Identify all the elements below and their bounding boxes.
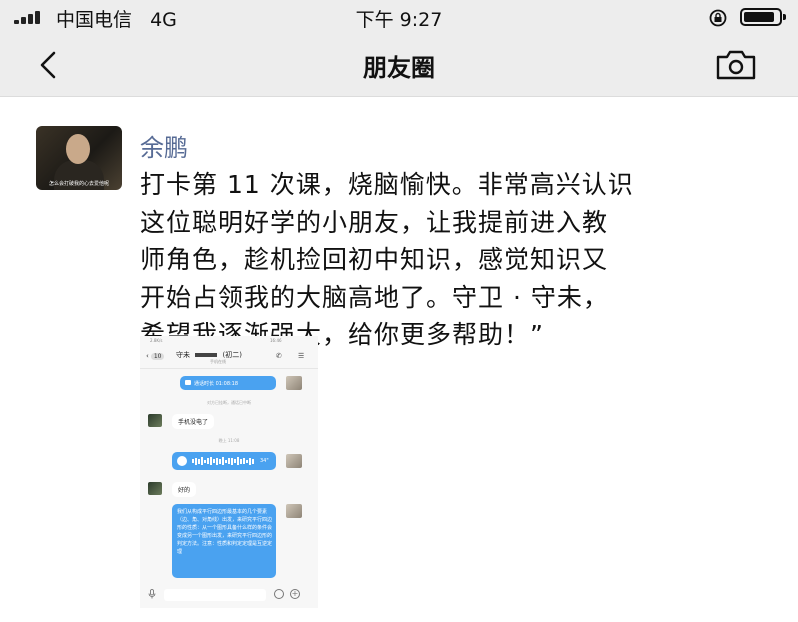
mini-contact-name: 守未 (176, 351, 190, 359)
avatar[interactable]: 怎么会打破我的心去爱他呢 (36, 126, 122, 190)
camera-icon[interactable] (714, 48, 758, 82)
avatar-caption: 怎么会打破我的心去爱他呢 (48, 181, 109, 187)
emoji-icon (274, 589, 284, 599)
mini-avatar-me (286, 376, 302, 390)
mini-video-call-label: 通话时长 01:08:18 (194, 381, 239, 387)
mini-contact-tag: (初二) (222, 351, 242, 359)
status-bar: 中国电信 4G 下午 9:27 (0, 0, 798, 34)
mini-video-call-bubble: 通话时长 01:08:18 (180, 376, 276, 390)
mini-system-time: 晚上 11:08 (218, 438, 240, 443)
post-text-line: 师角色，趁机捡回初中知识，感觉知识又 (140, 245, 609, 274)
post-text-line: 开始占领我的大脑高地了。守卫 · 守未， (140, 282, 609, 312)
post-author-name[interactable]: 余鹏 (140, 128, 188, 163)
menu-icon: ☰ (298, 352, 305, 360)
rotation-lock-icon (709, 9, 727, 27)
mini-voice-duration: 34" (260, 458, 269, 464)
phone-icon: ✆ (276, 352, 282, 360)
post-text: 打卡第 11 次课，烧脑愉快。非常高兴认识 这位聪明好学的小朋友，让我提前进入教… (140, 166, 770, 354)
mini-contact-sub: 手机在线 (210, 359, 226, 364)
status-time: 下午 9:27 (355, 9, 443, 31)
voice-waveform-icon (192, 457, 260, 465)
mini-speed: 2.8K/s (150, 338, 163, 343)
mini-unread-count: 10 (150, 353, 165, 360)
mini-avatar-other (148, 414, 162, 427)
mini-message: 好的 (172, 482, 197, 497)
mini-long-message-bubble: 我们从构成平行四边形最基本的几个要素（边、角、对角线）出发，来研究平行四边形的性… (172, 504, 276, 578)
mini-input-bar: + (140, 584, 318, 606)
page-title: 朋友圈 (363, 54, 435, 82)
video-icon (185, 380, 191, 385)
navigation-bar: 朋友圈 (0, 34, 798, 97)
mini-avatar-me (286, 504, 302, 518)
mini-avatar-other (148, 482, 162, 495)
mini-chat-header: ‹ 10 守未 (初二) 手机在线 ✆ ☰ (140, 346, 318, 369)
battery-icon (740, 8, 786, 26)
mini-long-message: 我们从构成平行四边形最基本的几个要素（边、角、对角线）出发，来研究平行四边形的性… (177, 509, 273, 555)
mini-voice-bubble: 34" (172, 452, 276, 470)
mini-status-bar: 2.8K/s 16:46 (140, 336, 318, 346)
post-image-chat-screenshot[interactable]: 2.8K/s 16:46 ‹ 10 守未 (初二) 手机在线 ✆ ☰ 通话时长 0… (140, 336, 318, 608)
mini-avatar-me (286, 454, 302, 468)
plus-icon: + (290, 589, 300, 599)
mini-time: 16:46 (270, 338, 282, 343)
play-icon (177, 456, 187, 466)
microphone-icon (148, 589, 156, 599)
mini-contact-title: 守未 (初二) (176, 350, 242, 360)
post-text-line: 这位聪明好学的小朋友，让我提前进入教 (140, 207, 609, 237)
mini-text-field (164, 589, 266, 601)
mini-back-button: ‹ 10 (146, 352, 165, 360)
mini-system-note: 对方已挂断，通话已中断 (207, 400, 251, 405)
mini-message: 手机没电了 (172, 414, 215, 429)
post-text-line: 打卡第 11 次课，烧脑愉快。非常高兴认识 (140, 170, 634, 199)
